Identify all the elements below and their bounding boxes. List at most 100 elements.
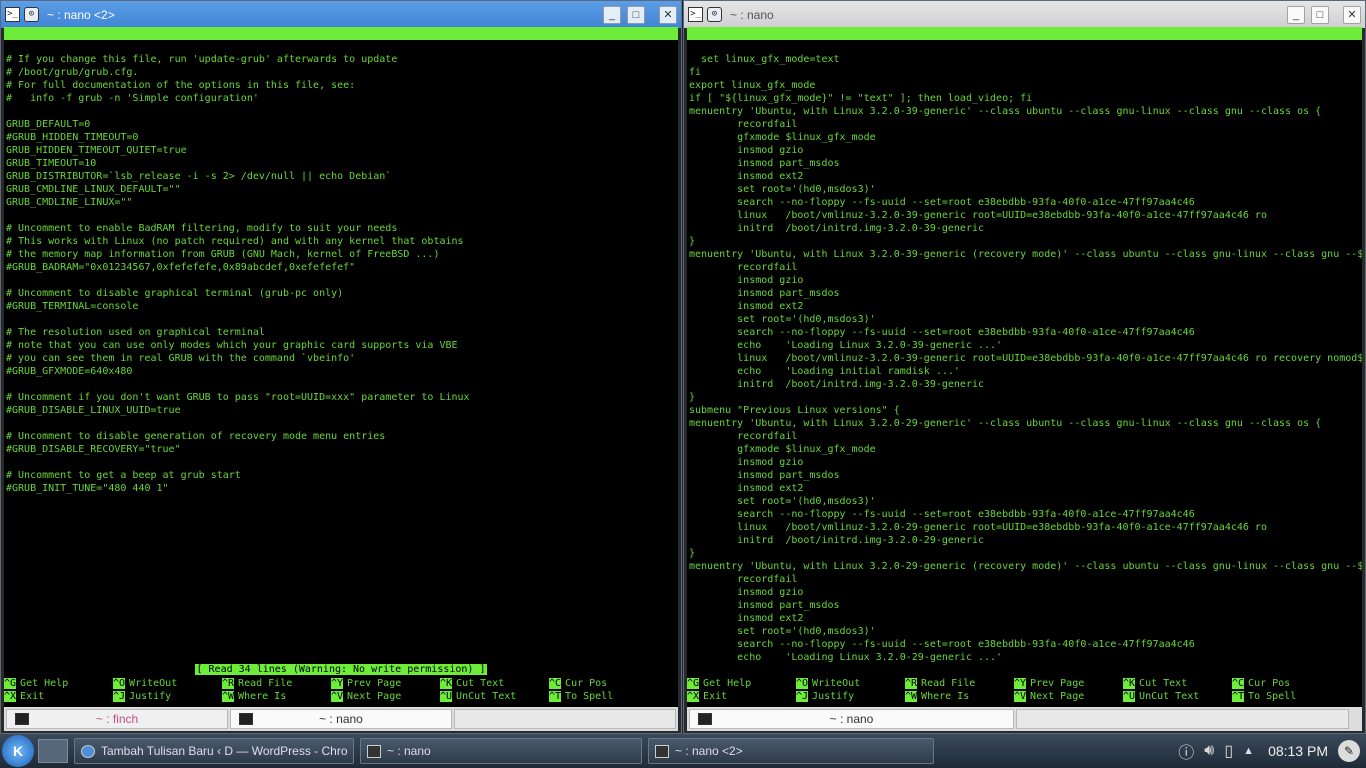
editor-line[interactable]: # This works with Linux (no patch requir…	[6, 235, 676, 248]
editor-line[interactable]: export linux_gfx_mode	[689, 79, 1360, 92]
editor-line[interactable]: GRUB_CMDLINE_LINUX_DEFAULT=""	[6, 183, 676, 196]
editor-content[interactable]: # If you change this file, run 'update-g…	[6, 53, 676, 495]
editor-line[interactable]: # the memory map information from GRUB (…	[6, 248, 676, 261]
editor-line[interactable]: linux /boot/vmlinuz-3.2.0-29-generic roo…	[689, 521, 1360, 534]
editor-line[interactable]: }	[689, 547, 1360, 560]
editor-line[interactable]: #GRUB_DISABLE_LINUX_UUID=true	[6, 404, 676, 417]
shortcut-exit[interactable]: ^X Exit	[687, 690, 727, 703]
editor-line[interactable]	[6, 313, 676, 326]
shortcut-to-spell[interactable]: ^T To Spell	[549, 690, 613, 703]
phone-icon[interactable]: ▯	[1224, 741, 1233, 761]
editor-line[interactable]: set root='(hd0,msdos3)'	[689, 495, 1360, 508]
clock[interactable]: 08:13 PM	[1268, 743, 1328, 759]
editor-line[interactable]: insmod ext2	[689, 170, 1360, 183]
editor-line[interactable]: menuentry 'Ubuntu, with Linux 3.2.0-39-g…	[689, 105, 1360, 118]
editor-line[interactable]: echo 'Loading initial ramdisk ...'	[689, 365, 1360, 378]
desktop-pager-icon[interactable]	[38, 739, 68, 763]
editor-line[interactable]: GRUB_DEFAULT=0	[6, 118, 676, 131]
editor-line[interactable]: # you can see them in real GRUB with the…	[6, 352, 676, 365]
editor-line[interactable]: search --no-floppy --fs-uuid --set=root …	[689, 638, 1360, 651]
editor-line[interactable]: insmod gzio	[689, 456, 1360, 469]
shortcut-cut-text[interactable]: ^K Cut Text	[1123, 677, 1187, 690]
editor-line[interactable]: insmod part_msdos	[689, 287, 1360, 300]
editor-line[interactable]: #GRUB_INIT_TUNE="480 440 1"	[6, 482, 676, 495]
shortcut-read-file[interactable]: ^R Read File	[222, 677, 292, 690]
editor-line[interactable]	[6, 378, 676, 391]
editor-line[interactable]: gfxmode $linux_gfx_mode	[689, 443, 1360, 456]
editor-line[interactable]: menuentry 'Ubuntu, with Linux 3.2.0-29-g…	[689, 417, 1360, 430]
editor-line[interactable]: #GRUB_BADRAM="0x01234567,0xfefefefe,0x89…	[6, 261, 676, 274]
editor-line[interactable]: # Uncomment if you don't want GRUB to pa…	[6, 391, 676, 404]
editor-line[interactable]: #GRUB_TERMINAL=console	[6, 300, 676, 313]
terminal-icon[interactable]: >_	[688, 7, 703, 22]
shortcut-writeout[interactable]: ^O WriteOut	[796, 677, 860, 690]
editor-line[interactable]: # Uncomment to enable BadRAM filtering, …	[6, 222, 676, 235]
editor-line[interactable]: menuentry 'Ubuntu, with Linux 3.2.0-29-g…	[689, 560, 1362, 573]
editor-line[interactable]: linux /boot/vmlinuz-3.2.0-39-generic roo…	[689, 352, 1362, 365]
shortcut-exit[interactable]: ^X Exit	[4, 690, 44, 703]
tab-nano[interactable]: ~ : nano	[230, 709, 452, 729]
editor-line[interactable]: set root='(hd0,msdos3)'	[689, 183, 1360, 196]
shortcut-where-is[interactable]: ^W Where Is	[222, 690, 286, 703]
editor-line[interactable]: recordfail	[689, 118, 1360, 131]
editor-line[interactable]: insmod ext2	[689, 482, 1360, 495]
volume-icon[interactable]: 🔊︎	[1204, 742, 1214, 760]
shortcut-to-spell[interactable]: ^T To Spell	[1232, 690, 1296, 703]
editor-line[interactable]	[6, 456, 676, 469]
editor-line[interactable]: initrd /boot/initrd.img-3.2.0-39-generic	[689, 222, 1360, 235]
shortcut-read-file[interactable]: ^R Read File	[905, 677, 975, 690]
shortcut-get-help[interactable]: ^G Get Help	[4, 677, 68, 690]
editor-line[interactable]: # Uncomment to disable generation of rec…	[6, 430, 676, 443]
editor-line[interactable]: # /boot/grub/grub.cfg.	[6, 66, 676, 79]
editor-line[interactable]: set root='(hd0,msdos3)'	[689, 313, 1360, 326]
editor-line[interactable]: # info -f grub -n 'Simple configuration'	[6, 92, 676, 105]
terminal-area[interactable]: GNU nano 2.2.6 File: /boot/grub/grub.cfg…	[687, 27, 1362, 707]
minimize-button[interactable]: _	[1287, 5, 1305, 24]
editor-line[interactable]: # note that you can use only modes which…	[6, 339, 676, 352]
editor-line[interactable]: recordfail	[689, 430, 1360, 443]
shortcut-uncut-text[interactable]: ^U UnCut Text	[440, 690, 516, 703]
shortcut-writeout[interactable]: ^O WriteOut	[113, 677, 177, 690]
tab-finch[interactable]: ~ : finch	[6, 709, 228, 729]
editor-line[interactable]: set linux_gfx_mode=text	[689, 53, 1360, 66]
editor-line[interactable]: search --no-floppy --fs-uuid --set=root …	[689, 196, 1360, 209]
shortcut-uncut-text[interactable]: ^U UnCut Text	[1123, 690, 1199, 703]
editor-line[interactable]	[6, 209, 676, 222]
terminal-area[interactable]: GNU nano 2.2.6 File: /etc/default/grub #…	[4, 27, 678, 707]
pin-icon[interactable]: ⊙	[707, 7, 722, 22]
editor-line[interactable]: GRUB_CMDLINE_LINUX=""	[6, 196, 676, 209]
minimize-button[interactable]: _	[603, 5, 621, 24]
terminal-icon[interactable]: >_	[5, 7, 20, 22]
editor-line[interactable]: }	[689, 391, 1360, 404]
titlebar[interactable]: >_ ⊙ ~ : nano _ □ ✕	[684, 1, 1365, 28]
task-nano[interactable]: ~ : nano	[360, 738, 642, 764]
editor-line[interactable]: # Uncomment to disable graphical termina…	[6, 287, 676, 300]
kde-menu-icon[interactable]: K	[2, 735, 34, 767]
editor-line[interactable]: insmod part_msdos	[689, 157, 1360, 170]
editor-line[interactable]: set root='(hd0,msdos3)'	[689, 625, 1360, 638]
editor-line[interactable]: GRUB_TIMEOUT=10	[6, 157, 676, 170]
editor-line[interactable]: #GRUB_HIDDEN_TIMEOUT=0	[6, 131, 676, 144]
editor-line[interactable]: initrd /boot/initrd.img-3.2.0-39-generic	[689, 378, 1360, 391]
titlebar[interactable]: >_ ⊙ ~ : nano <2> _ □ ✕	[1, 1, 681, 28]
shortcut-prev-page[interactable]: ^Y Prev Page	[1014, 677, 1084, 690]
cashew-icon[interactable]: ✎	[1338, 740, 1360, 762]
shortcut-cur-pos[interactable]: ^C Cur Pos	[1232, 677, 1290, 690]
editor-line[interactable]: #GRUB_DISABLE_RECOVERY="true"	[6, 443, 676, 456]
editor-line[interactable]: recordfail	[689, 573, 1360, 586]
editor-line[interactable]: initrd /boot/initrd.img-3.2.0-29-generic	[689, 534, 1360, 547]
task-nano-2[interactable]: ~ : nano <2>	[648, 738, 934, 764]
shortcut-where-is[interactable]: ^W Where Is	[905, 690, 969, 703]
window-nano-2[interactable]: >_ ⊙ ~ : nano <2> _ □ ✕ GNU nano 2.2.6 F…	[0, 0, 682, 734]
editor-content[interactable]: set linux_gfx_mode=text fi export linux_gf…	[689, 53, 1362, 664]
editor-line[interactable]: gfxmode $linux_gfx_mode	[689, 131, 1360, 144]
editor-line[interactable]: search --no-floppy --fs-uuid --set=root …	[689, 508, 1360, 521]
close-button[interactable]: ✕	[659, 5, 677, 24]
editor-line[interactable]	[6, 105, 676, 118]
editor-line[interactable]: if [ "${linux_gfx_mode}" != "text" ]; th…	[689, 92, 1360, 105]
pin-icon[interactable]: ⊙	[24, 7, 39, 22]
editor-line[interactable]: linux /boot/vmlinuz-3.2.0-39-generic roo…	[689, 209, 1360, 222]
editor-line[interactable]: insmod part_msdos	[689, 599, 1360, 612]
editor-line[interactable]: insmod gzio	[689, 274, 1360, 287]
editor-line[interactable]: insmod ext2	[689, 612, 1360, 625]
